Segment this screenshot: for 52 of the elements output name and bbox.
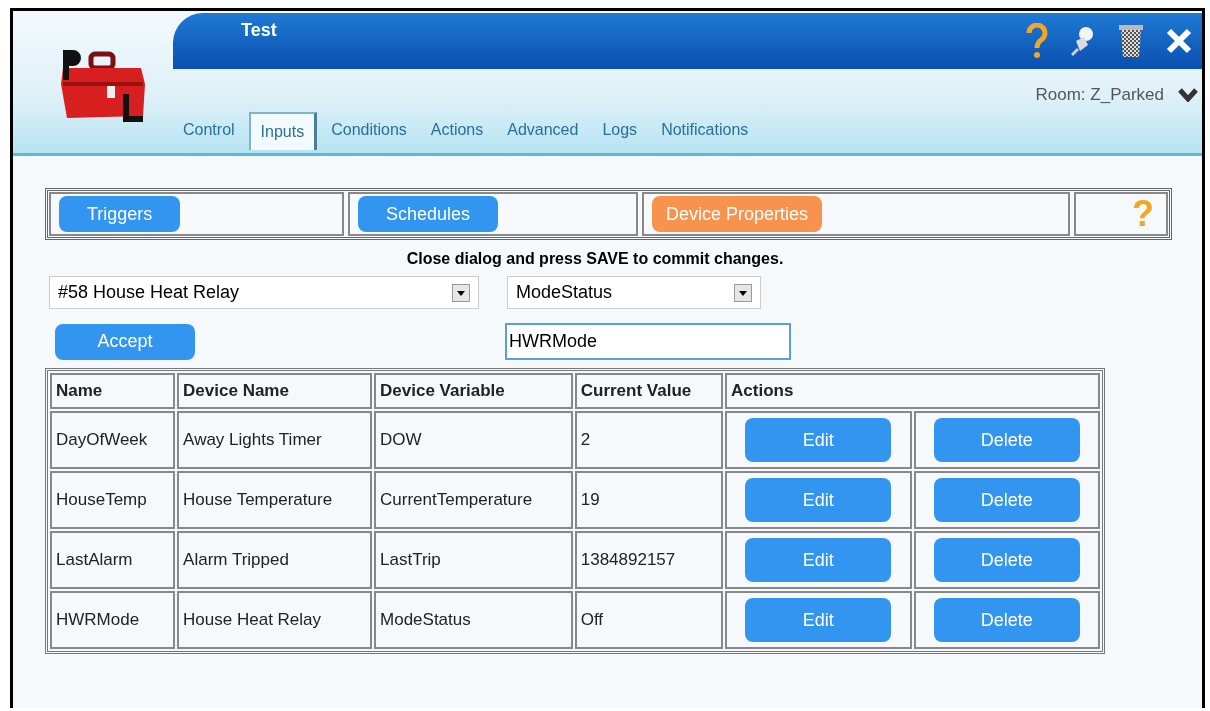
table-cell: Away Lights Timer: [177, 411, 372, 469]
column-header: Device Variable: [374, 373, 573, 409]
table-cell: DOW: [374, 411, 573, 469]
delete-button[interactable]: Delete: [933, 538, 1080, 582]
nav-tab[interactable]: Conditions: [321, 113, 417, 147]
table-cell: House Heat Relay: [177, 591, 372, 649]
nav-tab[interactable]: Notifications: [651, 113, 759, 147]
subtab-button[interactable]: Triggers: [59, 196, 181, 232]
help-mark[interactable]: ?: [1132, 193, 1154, 235]
subtab-button[interactable]: Schedules: [358, 196, 499, 232]
name-input-field[interactable]: HWRMode: [505, 323, 791, 360]
room-label: Room: Z_Parked: [1035, 85, 1164, 105]
nav-tab[interactable]: Actions: [420, 113, 494, 147]
table-cell: LastAlarm: [50, 531, 176, 589]
chevron-down-icon[interactable]: [1178, 88, 1198, 102]
table-cell: 19: [574, 471, 724, 529]
table-cell: HouseTemp: [50, 471, 176, 529]
delete-button[interactable]: Delete: [933, 478, 1080, 522]
column-header: Device Name: [177, 373, 372, 409]
window-title: Test: [241, 19, 277, 41]
instruction-text: Close dialog and press SAVE to commit changes.: [405, 250, 785, 268]
edit-button[interactable]: Edit: [745, 478, 892, 522]
table-cell: LastTrip: [374, 531, 573, 589]
table-cell: House Temperature: [177, 471, 372, 529]
nav-tab[interactable]: Inputs: [248, 112, 318, 150]
column-header: Actions: [725, 373, 1100, 409]
edit-button[interactable]: Edit: [745, 538, 892, 582]
edit-button[interactable]: Edit: [745, 418, 892, 462]
table-cell: Off: [574, 591, 724, 649]
column-header: Current Value: [574, 373, 724, 409]
accept-button[interactable]: Accept: [55, 323, 195, 360]
pushpin-icon[interactable]: [1070, 25, 1096, 57]
device-select[interactable]: #58 House Heat Relay: [49, 276, 479, 309]
table-cell: ModeStatus: [374, 591, 573, 649]
trash-icon[interactable]: [1118, 24, 1144, 58]
delete-button[interactable]: Delete: [933, 598, 1080, 642]
nav-tab[interactable]: Control: [173, 113, 245, 147]
variable-select[interactable]: ModeStatus: [507, 276, 761, 309]
table-cell: 1384892157: [574, 531, 724, 589]
table-cell: DayOfWeek: [50, 411, 176, 469]
table-cell: HWRMode: [50, 591, 176, 649]
nav-tab[interactable]: Logs: [592, 113, 648, 147]
table-cell: Alarm Tripped: [177, 531, 372, 589]
edit-button[interactable]: Edit: [745, 598, 892, 642]
subtab-button[interactable]: Device Properties: [652, 196, 823, 232]
nav-tab[interactable]: Advanced: [497, 113, 589, 147]
table-cell: 2: [574, 411, 724, 469]
help-icon[interactable]: [1026, 23, 1048, 59]
column-header: Name: [50, 373, 176, 409]
close-icon[interactable]: [1166, 28, 1192, 54]
table-cell: CurrentTemperature: [374, 471, 573, 529]
delete-button[interactable]: Delete: [933, 418, 1080, 462]
